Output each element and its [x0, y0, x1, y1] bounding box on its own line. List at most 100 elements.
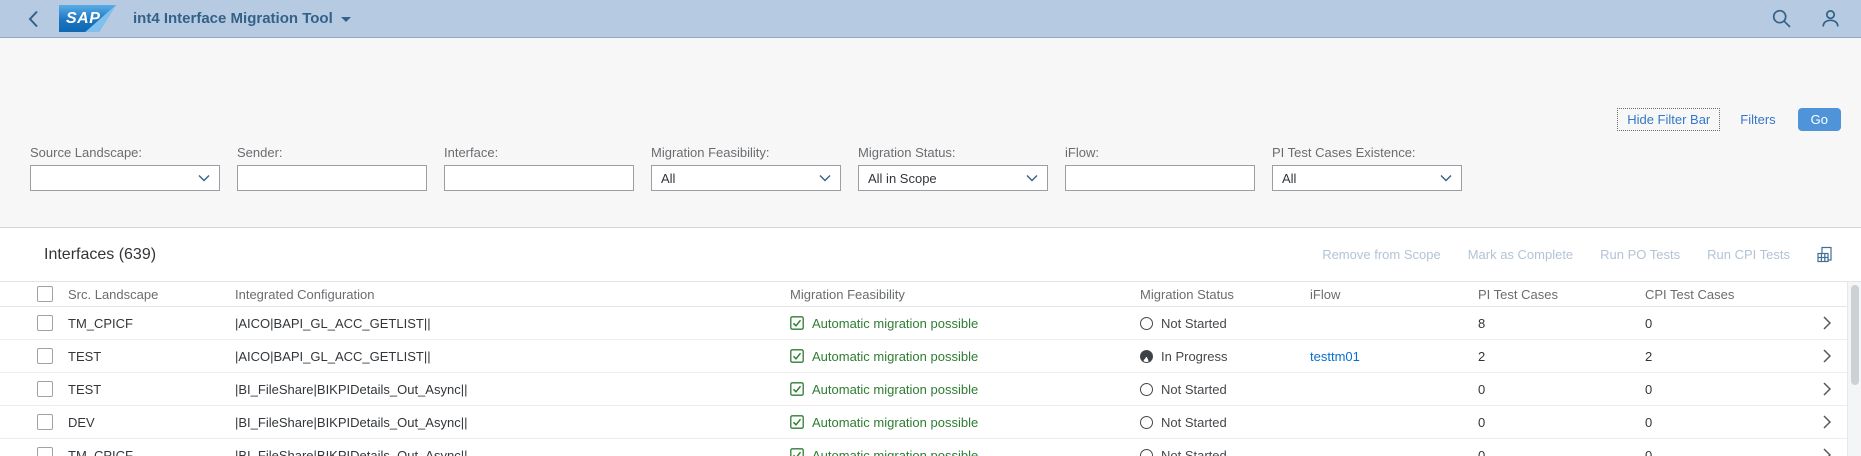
filter-fields: Source Landscape: Sender: Interface: Mig… — [30, 145, 1841, 191]
integrated-configuration-value: |BI_FileShare|BIKPIDetails_Out_Async|| — [235, 448, 467, 456]
column-header-src-landscape: Src. Landscape — [68, 287, 235, 302]
row-checkbox[interactable] — [37, 348, 53, 364]
vertical-scrollbar[interactable] — [1847, 282, 1861, 456]
column-header-iflow: iFlow — [1310, 287, 1478, 302]
table-toolbar: Interfaces (639) Remove from Scope Mark a… — [0, 228, 1861, 281]
table-header-row: Src. LandscapeIntegrated ConfigurationMi… — [0, 281, 1861, 307]
toolbar-actions: Remove from Scope Mark as Complete Run PO … — [1322, 247, 1790, 262]
row-nav-chevron-icon[interactable] — [1806, 382, 1847, 396]
user-profile-icon[interactable] — [1820, 8, 1841, 29]
select-migration-feasibility[interactable]: All — [651, 165, 841, 191]
page-title: int4 Interface Migration Tool — [133, 10, 333, 27]
dropdown-chevron-icon — [1440, 174, 1452, 182]
pi-test-cases-value: 0 — [1478, 415, 1485, 430]
migration-status-cell: Not Started — [1140, 382, 1310, 397]
row-checkbox[interactable] — [37, 447, 53, 456]
filter-field-migration-status: Migration Status: All in Scope — [858, 145, 1048, 191]
column-header-integrated-configuration: Integrated Configuration — [235, 287, 790, 302]
pi-test-cases-value: 8 — [1478, 316, 1485, 331]
sap-logo: SAP — [59, 5, 116, 32]
migration-feasibility-cell: Automatic migration possible — [790, 349, 1140, 364]
row-nav-chevron-icon[interactable] — [1806, 316, 1847, 330]
not-started-icon — [1140, 416, 1153, 429]
cpi-test-cases-value: 0 — [1645, 316, 1652, 331]
filter-field-iflow: iFlow: — [1065, 145, 1255, 191]
run-cpi-tests-button[interactable]: Run CPI Tests — [1707, 247, 1790, 262]
dropdown-chevron-icon — [198, 174, 210, 182]
app-title-menu[interactable]: int4 Interface Migration Tool — [133, 10, 351, 27]
filter-field-sender: Sender: — [237, 145, 427, 191]
dropdown-chevron-icon — [1026, 174, 1038, 182]
iflow-link[interactable]: testtm01 — [1310, 349, 1360, 364]
table-row[interactable]: DEV |BI_FileShare|BIKPIDetails_Out_Async… — [0, 406, 1861, 439]
integrated-configuration-value: |BI_FileShare|BIKPIDetails_Out_Async|| — [235, 415, 467, 430]
input-interface[interactable] — [444, 165, 634, 191]
sap-logo-text: SAP — [59, 6, 100, 32]
table-row[interactable]: TM_CPICF |BI_FileShare|BIKPIDetails_Out_… — [0, 439, 1861, 456]
filter-bar: Hide Filter Bar Filters Go Source Landsc… — [0, 38, 1861, 228]
select-source-landscape[interactable] — [30, 165, 220, 191]
table-row[interactable]: TEST |AICO|BAPI_GL_ACC_GETLIST|| Automat… — [0, 340, 1861, 373]
row-checkbox[interactable] — [37, 414, 53, 430]
back-chevron-icon — [28, 10, 39, 28]
search-icon[interactable] — [1771, 8, 1792, 29]
select-migration-status[interactable]: All in Scope — [858, 165, 1048, 191]
export-spreadsheet-icon[interactable] — [1816, 246, 1835, 264]
green-check-icon — [790, 382, 804, 396]
in-progress-icon — [1140, 350, 1153, 363]
row-nav-chevron-icon[interactable] — [1806, 349, 1847, 363]
filter-label-sender: Sender: — [237, 145, 427, 160]
cpi-test-cases-value: 0 — [1645, 448, 1652, 456]
table-body: TM_CPICF |AICO|BAPI_GL_ACC_GETLIST|| Aut… — [0, 307, 1861, 456]
row-nav-chevron-icon[interactable] — [1806, 415, 1847, 429]
back-button[interactable] — [28, 9, 39, 29]
table-title: Interfaces (639) — [44, 246, 156, 264]
scrollbar-thumb[interactable] — [1851, 285, 1859, 385]
hide-filter-bar-button[interactable]: Hide Filter Bar — [1617, 108, 1720, 131]
src-landscape-value: TEST — [68, 382, 101, 397]
row-checkbox[interactable] — [37, 381, 53, 397]
table-row[interactable]: TEST |BI_FileShare|BIKPIDetails_Out_Asyn… — [0, 373, 1861, 406]
pi-test-cases-value: 0 — [1478, 382, 1485, 397]
run-po-tests-button[interactable]: Run PO Tests — [1600, 247, 1680, 262]
filter-field-migration-feasibility: Migration Feasibility: All — [651, 145, 841, 191]
shell-bar: SAP int4 Interface Migration Tool — [0, 0, 1861, 38]
not-started-icon — [1140, 383, 1153, 396]
filters-button[interactable]: Filters — [1736, 109, 1779, 130]
filter-field-pi-test-cases-existence: PI Test Cases Existence: All — [1272, 145, 1462, 191]
migration-feasibility-cell: Automatic migration possible — [790, 448, 1140, 456]
green-check-icon — [790, 448, 804, 456]
src-landscape-value: TEST — [68, 349, 101, 364]
filter-field-source-landscape: Source Landscape: — [30, 145, 220, 191]
title-caret-icon — [341, 17, 351, 22]
green-check-icon — [790, 349, 804, 363]
migration-status-cell: Not Started — [1140, 415, 1310, 430]
filter-label-source-landscape: Source Landscape: — [30, 145, 220, 160]
mark-as-complete-button[interactable]: Mark as Complete — [1468, 247, 1573, 262]
pi-test-cases-value: 0 — [1478, 448, 1485, 456]
remove-from-scope-button[interactable]: Remove from Scope — [1322, 247, 1441, 262]
filter-label-migration-feasibility: Migration Feasibility: — [651, 145, 841, 160]
src-landscape-value: DEV — [68, 415, 95, 430]
migration-status-cell: Not Started — [1140, 448, 1310, 456]
select-all-checkbox[interactable] — [37, 286, 53, 302]
filter-label-interface: Interface: — [444, 145, 634, 160]
row-checkbox[interactable] — [37, 315, 53, 331]
column-header-cpi-test-cases: CPI Test Cases — [1645, 287, 1806, 302]
dropdown-chevron-icon — [819, 174, 831, 182]
filter-label-migration-status: Migration Status: — [858, 145, 1048, 160]
filter-label-iflow: iFlow: — [1065, 145, 1255, 160]
table-row[interactable]: TM_CPICF |AICO|BAPI_GL_ACC_GETLIST|| Aut… — [0, 307, 1861, 340]
integrated-configuration-value: |AICO|BAPI_GL_ACC_GETLIST|| — [235, 349, 431, 364]
select-all-cell — [0, 286, 68, 302]
not-started-icon — [1140, 449, 1153, 456]
select-pi-test-cases-existence[interactable]: All — [1272, 165, 1462, 191]
cpi-test-cases-value: 0 — [1645, 415, 1652, 430]
src-landscape-value: TM_CPICF — [68, 316, 133, 331]
input-sender[interactable] — [237, 165, 427, 191]
go-button[interactable]: Go — [1798, 108, 1841, 131]
migration-status-cell: In Progress — [1140, 349, 1310, 364]
row-nav-chevron-icon[interactable] — [1806, 448, 1847, 456]
input-iflow[interactable] — [1065, 165, 1255, 191]
green-check-icon — [790, 415, 804, 429]
